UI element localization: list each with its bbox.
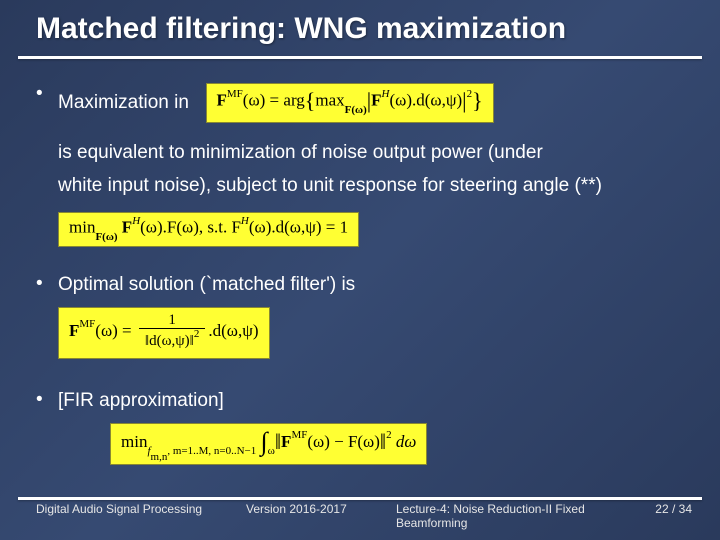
bullet-1-lead: Maximization in bbox=[58, 92, 189, 113]
footer-lecture: Lecture-4: Noise Reduction-II Fixed Beam… bbox=[396, 502, 632, 530]
bullet-marker: • bbox=[36, 83, 58, 105]
bullet-1-text: Maximization in FMF(ω) = arg{maxF(ω)|FH(… bbox=[58, 83, 690, 123]
bullet-2: • Optimal solution (`matched filter') is bbox=[0, 267, 720, 301]
slide: Matched filtering: WNG maximization • Ma… bbox=[0, 0, 720, 540]
bullet-3: • [FIR approximation] bbox=[0, 383, 720, 417]
formula-1: FMF(ω) = arg{maxF(ω)|FH(ω).d(ω,ψ)|2} bbox=[206, 83, 494, 123]
slide-title: Matched filtering: WNG maximization bbox=[0, 0, 720, 56]
footer-divider bbox=[18, 497, 702, 500]
bullet-marker: • bbox=[36, 273, 58, 295]
bullet-1-cont2: white input noise), subject to unit resp… bbox=[0, 170, 720, 204]
slide-footer: Digital Audio Signal Processing Version … bbox=[0, 502, 720, 530]
bullet-1: • Maximization in FMF(ω) = arg{maxF(ω)|F… bbox=[0, 77, 720, 127]
bullet-1-cont1: is equivalent to minimization of noise o… bbox=[0, 137, 720, 171]
bullet-2-text: Optimal solution (`matched filter') is bbox=[58, 273, 690, 297]
formula-2: minF(ω) FH(ω).F(ω), s.t. FH(ω).d(ω,ψ) = … bbox=[58, 212, 359, 247]
formula-3: FMF(ω) = 1‖d(ω,ψ)‖2.d(ω,ψ) bbox=[58, 307, 270, 359]
formula-4: minfm,n, m=1..M, n=0..N−1 ∫ω‖FMF(ω) − F(… bbox=[110, 423, 427, 465]
footer-version: Version 2016-2017 bbox=[246, 502, 396, 516]
bullet-3-text: [FIR approximation] bbox=[58, 389, 690, 413]
slide-content: • Maximization in FMF(ω) = arg{maxF(ω)|F… bbox=[0, 59, 720, 471]
footer-page: 22 / 34 bbox=[632, 502, 692, 516]
bullet-marker: • bbox=[36, 389, 58, 411]
footer-left: Digital Audio Signal Processing bbox=[36, 502, 246, 516]
